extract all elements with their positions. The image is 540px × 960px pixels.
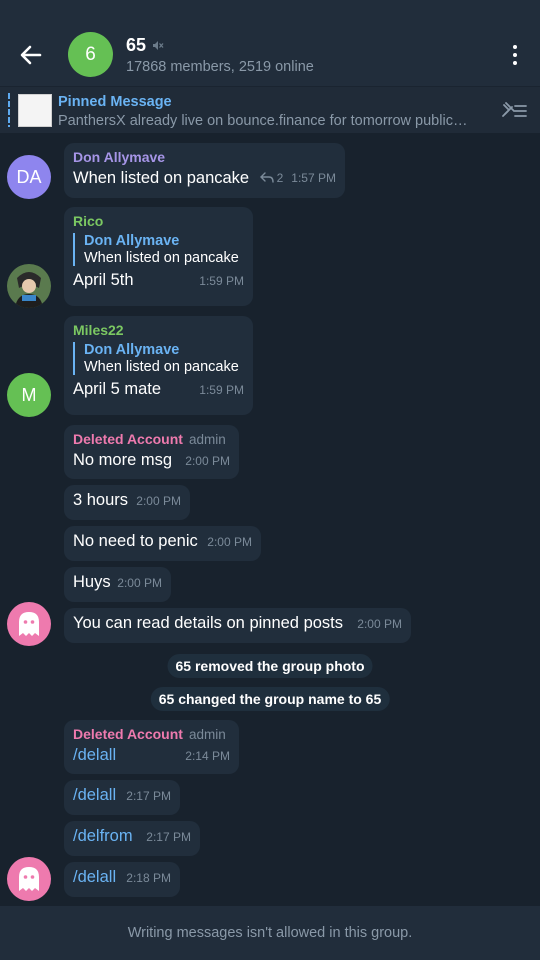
- reply-author: Don Allymave: [84, 233, 180, 249]
- sender-name: Deleted Account: [73, 726, 183, 742]
- sender-name: Don Allymave: [73, 149, 166, 165]
- message-text: No need to penic: [73, 532, 198, 550]
- message-bubble[interactable]: /delall 2:18 PM: [64, 862, 180, 897]
- pin-list-icon: [502, 102, 527, 117]
- reply-count[interactable]: 2: [277, 171, 284, 185]
- service-message: 65 removed the group photo: [167, 654, 373, 678]
- dot-icon: [513, 45, 517, 49]
- back-button[interactable]: [14, 38, 48, 72]
- message-time: 1:59 PM: [199, 274, 244, 288]
- more-menu-button[interactable]: [504, 42, 526, 68]
- bot-command-link[interactable]: /delall: [73, 868, 116, 887]
- message-time: 2:00 PM: [207, 535, 252, 549]
- message-bubble[interactable]: No need to penic 2:00 PM: [64, 526, 261, 561]
- reply-text: When listed on pancake: [84, 359, 239, 375]
- admin-badge: admin: [188, 727, 226, 742]
- message-bubble[interactable]: Deleted Account admin No more msg 2:00 PM: [64, 425, 239, 479]
- group-avatar[interactable]: 6: [68, 32, 113, 77]
- message-bubble[interactable]: Deleted Account admin /delall 2:14 PM: [64, 720, 239, 774]
- message-bubble[interactable]: You can read details on pinned posts 2:0…: [64, 608, 411, 643]
- bot-command-link[interactable]: /delall: [73, 746, 116, 765]
- person-photo-icon: [7, 264, 51, 308]
- message-list[interactable]: DA Don Allymave When listed on pancake 2…: [0, 133, 540, 906]
- message-text: When listed on pancake: [73, 169, 250, 187]
- pinned-message-bar[interactable]: Pinned Message PanthersX already live on…: [0, 86, 540, 133]
- reply-author: Don Allymave: [84, 342, 180, 358]
- pinned-thumbnail: [18, 94, 52, 127]
- message-time: 2:17 PM: [126, 789, 171, 803]
- sender-name: Rico: [73, 213, 104, 229]
- message-time: 2:18 PM: [126, 871, 171, 885]
- pinned-list-button[interactable]: [500, 99, 528, 121]
- message-bubble[interactable]: Rico Don Allymave When listed on pancake…: [64, 207, 253, 306]
- message-bubble[interactable]: Miles22 Don Allymave When listed on panc…: [64, 316, 253, 415]
- pinned-indicator: [8, 93, 10, 127]
- pinned-text: PanthersX already live on bounce.finance…: [58, 113, 468, 129]
- reply-count-icon: [259, 172, 274, 183]
- reply-quote[interactable]: Don Allymave When listed on pancake: [73, 342, 244, 375]
- sender-name: Deleted Account: [73, 431, 183, 447]
- message-bubble[interactable]: 3 hours 2:00 PM: [64, 485, 190, 520]
- message-text: April 5 mate: [73, 380, 162, 398]
- message-time: 2:17 PM: [146, 830, 191, 844]
- message-time: 2:00 PM: [117, 576, 162, 590]
- message-text: No more msg: [73, 451, 173, 469]
- user-photo-avatar[interactable]: [7, 264, 51, 308]
- message-time: 2:00 PM: [357, 617, 402, 631]
- bot-command-link[interactable]: /delall: [73, 786, 116, 805]
- dot-icon: [513, 61, 517, 65]
- group-title: 65: [126, 35, 147, 55]
- message-bubble[interactable]: /delall 2:17 PM: [64, 780, 180, 815]
- service-message: 65 changed the group name to 65: [150, 687, 390, 711]
- members-status: 17868 members, 2519 online: [126, 59, 314, 75]
- pinned-title: Pinned Message: [58, 94, 172, 110]
- message-text: You can read details on pinned posts: [73, 614, 344, 632]
- message-bubble[interactable]: /delfrom 2:17 PM: [64, 821, 200, 856]
- message-text: April 5th: [73, 271, 134, 289]
- avatar[interactable]: DA: [7, 155, 51, 199]
- message-text: 3 hours: [73, 491, 129, 509]
- muted-icon: [151, 39, 164, 52]
- message-text: Huys: [73, 573, 111, 591]
- message-bubble[interactable]: Don Allymave When listed on pancake 2 1:…: [64, 143, 345, 198]
- message-bubble[interactable]: Huys 2:00 PM: [64, 567, 171, 602]
- reply-quote[interactable]: Don Allymave When listed on pancake: [73, 233, 244, 266]
- bot-command-link[interactable]: /delfrom: [73, 827, 133, 846]
- message-time: 2:00 PM: [136, 494, 181, 508]
- deleted-account-avatar[interactable]: [7, 857, 51, 901]
- dot-icon: [513, 53, 517, 57]
- message-time: 2:00 PM: [185, 454, 230, 468]
- avatar[interactable]: M: [7, 373, 51, 417]
- admin-badge: admin: [188, 432, 226, 447]
- arrow-left-icon: [20, 45, 42, 65]
- group-title-row[interactable]: 65: [126, 35, 164, 56]
- chat-header: 6 65 17868 members, 2519 online: [0, 0, 540, 86]
- message-time: 2:14 PM: [185, 749, 230, 763]
- input-disabled-notice: Writing messages isn't allowed in this g…: [0, 906, 540, 960]
- deleted-account-avatar[interactable]: [7, 602, 51, 646]
- sender-name: Miles22: [73, 322, 124, 338]
- reply-text: When listed on pancake: [84, 250, 239, 266]
- ghost-icon: [19, 612, 39, 636]
- message-time: 1:57 PM: [291, 170, 336, 185]
- ghost-icon: [19, 867, 39, 891]
- message-time: 1:59 PM: [199, 383, 244, 397]
